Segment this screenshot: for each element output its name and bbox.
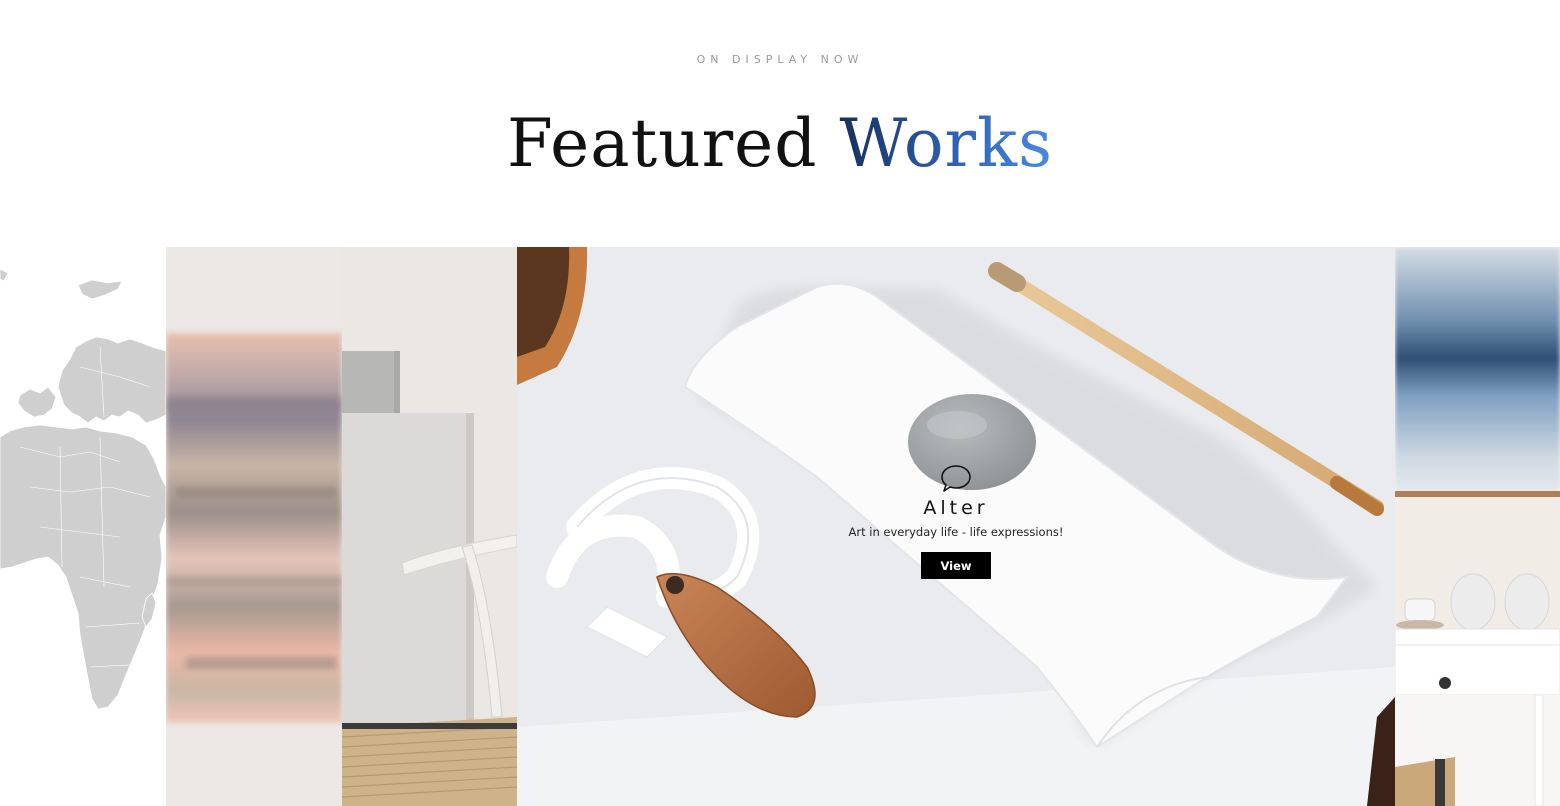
view-button[interactable]: View bbox=[921, 552, 991, 579]
gallery-item-room[interactable] bbox=[1395, 247, 1560, 806]
featured-work-subtitle: Art in everyday life - life expressions! bbox=[848, 525, 1064, 539]
room-photo-image bbox=[1395, 247, 1560, 806]
title-accent: Works bbox=[839, 105, 1053, 182]
abstract-painting-image bbox=[166, 247, 342, 806]
world-map-image bbox=[0, 268, 166, 710]
gallery-item-abstract-painting[interactable] bbox=[166, 247, 342, 806]
featured-work-title: Alter bbox=[923, 497, 989, 519]
page-title: Featured Works bbox=[0, 104, 1560, 184]
works-gallery: Alter Art in everyday life - life expres… bbox=[0, 247, 1560, 806]
speech-bubble-icon bbox=[941, 465, 971, 492]
section-eyebrow: ON DISPLAY NOW bbox=[696, 53, 864, 66]
chair-photo-image bbox=[342, 247, 517, 806]
gallery-item-map[interactable] bbox=[0, 247, 166, 806]
featured-overlay: Alter Art in everyday life - life expres… bbox=[517, 247, 1395, 806]
title-main: Featured bbox=[507, 105, 818, 182]
gallery-item-featured[interactable]: Alter Art in everyday life - life expres… bbox=[517, 247, 1395, 806]
gallery-item-chair[interactable] bbox=[342, 247, 517, 806]
